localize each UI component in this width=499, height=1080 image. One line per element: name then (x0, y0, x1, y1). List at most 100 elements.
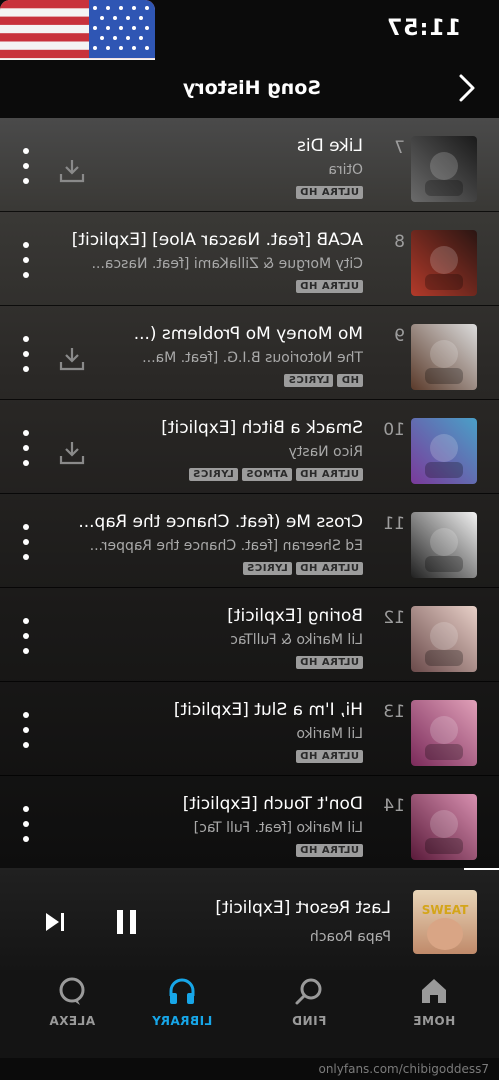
track-row[interactable]: 13 Hi, I'm a Slut [Explicit] Lil Mariko ULT… (0, 682, 499, 776)
previous-button[interactable] (43, 910, 67, 934)
track-artist[interactable]: Rico Nasty (63, 444, 363, 460)
track-row[interactable]: 14 Don't Touch [Explicit] Lil Mariko [feat… (0, 776, 499, 870)
more-options-button[interactable] (21, 242, 31, 278)
track-row[interactable]: 11 Cross Me (feat. Chance the Rap... Ed Sh… (0, 494, 499, 588)
now-playing-title[interactable]: Last Resort [Explicit] (171, 898, 391, 918)
track-title[interactable]: Don't Touch [Explicit] (63, 794, 363, 814)
track-artist[interactable]: Otira (63, 162, 363, 178)
track-artist[interactable]: City Morgue & ZillaKami [feat. Nasca... (63, 256, 363, 272)
home-icon (419, 976, 449, 1006)
track-artist[interactable]: Lil Mariko (63, 726, 363, 742)
back-button[interactable] (451, 70, 481, 106)
download-button[interactable] (59, 158, 85, 184)
track-badges: ULTRA HD (295, 844, 363, 857)
app-screen: 11:57 Song History 7 Like Dis Otira ULTR… (0, 0, 499, 1080)
more-options-button[interactable] (21, 430, 31, 466)
now-playing-album-art[interactable]: SWEAT (413, 890, 477, 954)
quality-badge: ULTRA HD (295, 750, 363, 763)
track-number: 14 (383, 796, 405, 816)
more-vertical-icon (23, 806, 29, 842)
quality-badge: ULTRA HD (295, 468, 363, 481)
track-number: 10 (383, 420, 405, 440)
track-album-art[interactable] (411, 324, 477, 390)
track-title[interactable]: Smack a Bitch [Explicit] (63, 418, 363, 438)
quality-badge: ATMOS (241, 468, 292, 481)
track-title[interactable]: Like Dis (63, 136, 363, 156)
more-options-button[interactable] (21, 148, 31, 184)
track-badges: ULTRA HD LYRICS (242, 562, 363, 575)
pause-icon (117, 910, 136, 934)
more-vertical-icon (23, 618, 29, 654)
track-badges: ULTRA HD (295, 280, 363, 293)
quality-badge: LYRICS (188, 468, 238, 481)
track-album-art[interactable] (411, 794, 477, 860)
pause-button[interactable] (113, 908, 139, 936)
nav-alexa-label: ALEXA (48, 1014, 96, 1028)
nav-alexa[interactable]: ALEXA (27, 976, 117, 1028)
watermark-text: onlyfans.com/chibigoddess7 (318, 1062, 489, 1076)
quality-badge: HD (337, 374, 363, 387)
track-album-art[interactable] (411, 136, 477, 202)
quality-badge: ULTRA HD (295, 280, 363, 293)
nav-library[interactable]: LIBRARY (137, 976, 227, 1028)
more-options-button[interactable] (21, 524, 31, 560)
track-title[interactable]: Hi, I'm a Slut [Explicit] (63, 700, 363, 720)
now-playing-artist[interactable]: Papa Roach (171, 929, 391, 945)
quality-badge: ULTRA HD (295, 844, 363, 857)
nav-library-label: LIBRARY (151, 1014, 213, 1028)
more-vertical-icon (23, 712, 29, 748)
download-button[interactable] (59, 440, 85, 466)
track-title[interactable]: Boring [Explicit] (63, 606, 363, 626)
nav-find[interactable]: FIND (264, 976, 354, 1028)
track-badges: HD LYRICS (284, 374, 363, 387)
track-row[interactable]: 10 Smack a Bitch [Explicit] Rico Nasty ULTR… (0, 400, 499, 494)
nav-find-label: FIND (291, 1014, 327, 1028)
track-number: 9 (394, 326, 405, 346)
track-album-art[interactable] (411, 606, 477, 672)
track-row[interactable]: 9 Mo Money Mo Problems (... The Notorious … (0, 306, 499, 400)
track-row[interactable]: 12 Boring [Explicit] Lil Mariko & FullTac U… (0, 588, 499, 682)
song-history-list: 7 Like Dis Otira ULTRA HD 8 ACAB [feat. Nasca… (0, 118, 499, 870)
track-title[interactable]: Cross Me (feat. Chance the Rap... (63, 512, 363, 532)
track-album-art[interactable] (411, 418, 477, 484)
track-row[interactable]: 7 Like Dis Otira ULTRA HD (0, 118, 499, 212)
page-title: Song History (182, 77, 321, 99)
track-artist[interactable]: The Notorious B.I.G. [feat. Ma... (63, 350, 363, 366)
track-artist[interactable]: Ed Sheeran [feat. Chance the Rapper... (63, 538, 363, 554)
download-icon (59, 442, 85, 465)
track-album-art[interactable] (411, 512, 477, 578)
track-album-art[interactable] (411, 700, 477, 766)
more-options-button[interactable] (21, 618, 31, 654)
track-number: 11 (383, 514, 405, 534)
track-title[interactable]: Mo Money Mo Problems (... (63, 324, 363, 344)
nav-home-label: HOME (412, 1014, 456, 1028)
more-options-button[interactable] (21, 336, 31, 372)
track-album-art[interactable] (411, 230, 477, 296)
track-number: 7 (394, 138, 405, 158)
quality-badge: ULTRA HD (295, 562, 363, 575)
more-options-button[interactable] (21, 712, 31, 748)
track-number: 12 (383, 608, 405, 628)
more-vertical-icon (23, 524, 29, 560)
track-row[interactable]: 8 ACAB [feat. Nascar Aloe] [Explicit] City… (0, 212, 499, 306)
search-icon (294, 976, 324, 1006)
track-artist[interactable]: Lil Mariko & FullTac (63, 632, 363, 648)
download-icon (59, 160, 85, 183)
track-number: 8 (394, 232, 405, 252)
track-artist[interactable]: Lil Mariko [feat. Full Tac] (63, 820, 363, 836)
nav-home[interactable]: HOME (389, 976, 479, 1028)
track-number: 13 (383, 702, 405, 722)
svg-text:SWEAT: SWEAT (422, 903, 469, 917)
track-title[interactable]: ACAB [feat. Nascar Aloe] [Explicit] (63, 230, 363, 250)
more-vertical-icon (23, 336, 29, 372)
download-icon (59, 348, 85, 371)
alexa-ring-icon (57, 976, 87, 1006)
more-vertical-icon (23, 430, 29, 466)
skip-previous-icon (46, 913, 64, 931)
track-badges: ULTRA HD (295, 186, 363, 199)
download-button[interactable] (59, 346, 85, 372)
track-badges: ULTRA HD (295, 656, 363, 669)
headphones-icon (167, 976, 197, 1006)
chevron-left-icon (459, 74, 475, 102)
more-options-button[interactable] (21, 806, 31, 842)
